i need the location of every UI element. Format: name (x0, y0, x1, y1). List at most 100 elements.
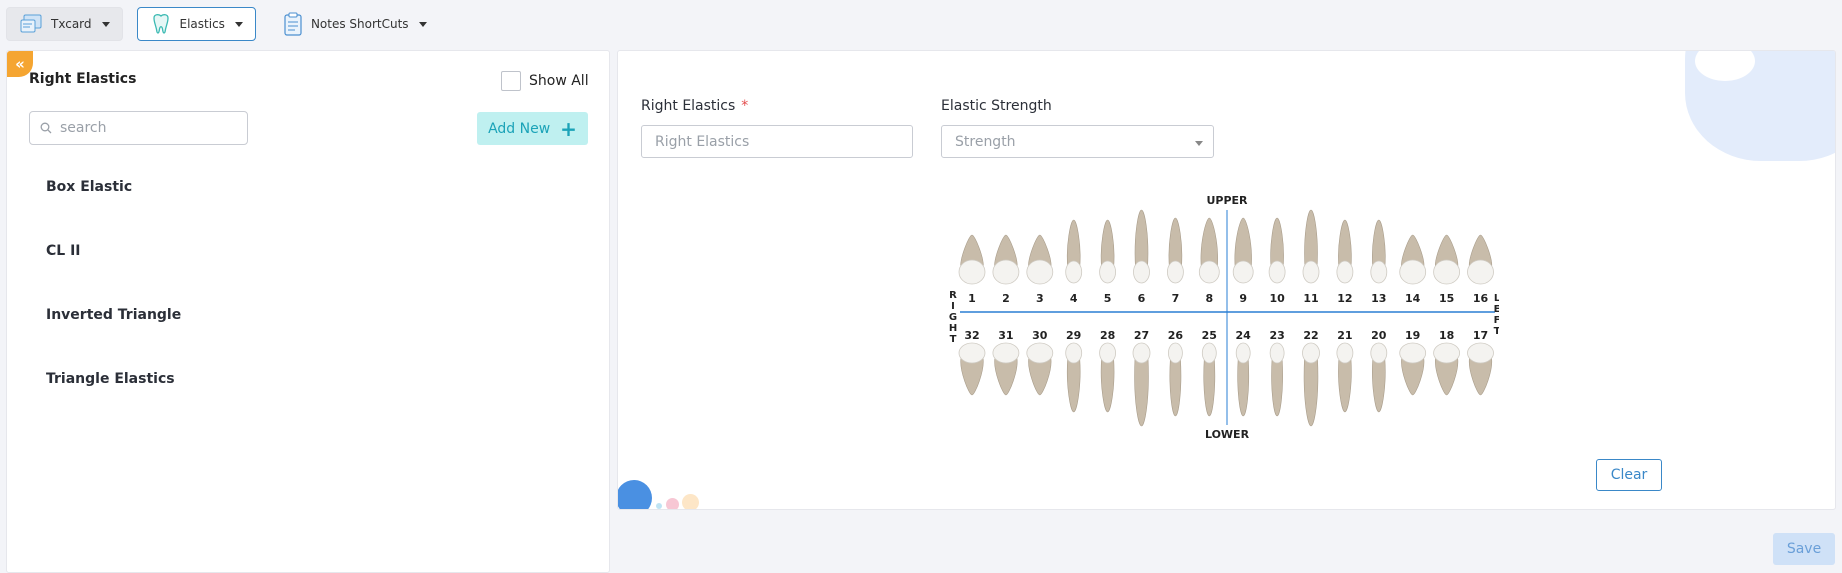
tooth-25[interactable] (1201, 342, 1217, 417)
tooth-number: 17 (1473, 329, 1488, 342)
tooth-7[interactable] (1166, 217, 1184, 284)
top-toolbar: Txcard Elastics Notes ShortCuts (0, 0, 1842, 48)
tooth-29[interactable] (1065, 342, 1083, 413)
tooth-17[interactable] (1467, 342, 1494, 396)
tooth-crown (1065, 260, 1083, 284)
strength-select[interactable]: Strength (941, 125, 1214, 158)
tooth-24[interactable] (1235, 342, 1251, 417)
tooth-18[interactable] (1433, 342, 1461, 396)
tooth-9[interactable] (1232, 217, 1254, 284)
show-all-checkbox[interactable] (501, 71, 521, 91)
tooth-26[interactable] (1167, 342, 1183, 417)
tooth-31[interactable] (992, 342, 1020, 396)
list-item[interactable]: Inverted Triangle (46, 307, 586, 371)
tooth-11[interactable] (1302, 209, 1320, 284)
elastic-list: Box Elastic CL II Inverted Triangle Tria… (46, 179, 586, 435)
tooth-number: 2 (1002, 292, 1010, 305)
tooth-number: 28 (1100, 329, 1115, 342)
tooth-crown (1269, 342, 1285, 364)
tooth-5[interactable] (1099, 219, 1117, 284)
tooth-number: 8 (1205, 292, 1213, 305)
chevron-down-icon (234, 21, 243, 27)
required-mark: * (741, 98, 749, 114)
tooth-root (1468, 357, 1493, 396)
tooth-root (1372, 357, 1386, 413)
search-input[interactable] (60, 120, 230, 136)
tooth-number: 10 (1269, 292, 1285, 305)
txcard-dropdown[interactable]: Txcard (6, 7, 123, 41)
notes-shortcuts-label: Notes ShortCuts (310, 17, 409, 31)
elastics-label: Elastics (179, 17, 225, 31)
tooth-4[interactable] (1065, 219, 1083, 284)
left-side-letter: L (1494, 293, 1499, 304)
tooth-2[interactable] (992, 234, 1020, 285)
tooth-crown (1235, 342, 1251, 364)
elastics-dropdown[interactable]: Elastics (136, 7, 256, 41)
tooth-19[interactable] (1399, 342, 1427, 396)
tooth-root (1134, 209, 1149, 269)
tooth-14[interactable] (1399, 234, 1427, 285)
tooth-16[interactable] (1467, 234, 1494, 285)
tooth-crown (958, 259, 986, 285)
save-button[interactable]: Save (1773, 533, 1835, 565)
right-side-letter: R (949, 290, 957, 301)
tooth-12[interactable] (1336, 219, 1354, 284)
tooth-number: 20 (1371, 329, 1387, 342)
clear-button[interactable]: Clear (1596, 459, 1662, 491)
tooth-23[interactable] (1269, 342, 1285, 417)
search-box[interactable] (29, 111, 248, 145)
notes-shortcuts-dropdown[interactable]: Notes ShortCuts (270, 7, 440, 41)
list-item[interactable]: Box Elastic (46, 179, 586, 243)
decorative-dot (666, 498, 679, 509)
tooth-root (1270, 217, 1284, 269)
add-new-button[interactable]: Add New + (477, 112, 588, 145)
lower-arch: 32 31 30 29 28 27 26 25 24 23 22 21 20 19 18 17 (958, 329, 1494, 427)
tooth-number: 22 (1303, 329, 1318, 342)
double-chevron-left-icon: « (15, 55, 25, 73)
tooth-10[interactable] (1268, 217, 1286, 284)
tooth-number: 26 (1168, 329, 1184, 342)
tooth-3[interactable] (1026, 234, 1054, 285)
tooth-32[interactable] (958, 342, 986, 396)
tooth-13[interactable] (1370, 219, 1388, 284)
tooth-30[interactable] (1026, 342, 1054, 396)
right-elastics-input[interactable] (655, 133, 912, 150)
tooth-number: 7 (1172, 292, 1180, 305)
tooth-22[interactable] (1302, 342, 1320, 427)
right-elastics-field[interactable] (641, 125, 913, 158)
decorative-dot (656, 503, 662, 509)
tooth-28[interactable] (1099, 342, 1117, 413)
tooth-root (1304, 209, 1318, 269)
tooth-8[interactable] (1198, 217, 1220, 284)
tooth-crown (1026, 259, 1054, 285)
tooth-number: 15 (1439, 292, 1454, 305)
list-item[interactable]: CL II (46, 243, 586, 307)
tooth-root (1169, 357, 1182, 417)
tooth-crown (992, 342, 1020, 364)
tooth-crown (1467, 259, 1494, 285)
tooth-crown (1166, 260, 1184, 284)
tooth-root (994, 357, 1018, 396)
list-item[interactable]: Triangle Elastics (46, 371, 586, 435)
tooth-crown (1026, 342, 1054, 364)
tooth-21[interactable] (1336, 342, 1354, 413)
tooth-crown (1198, 260, 1220, 284)
tooth-27[interactable] (1132, 342, 1151, 427)
tooth-root (1100, 357, 1115, 413)
tooth-15[interactable] (1433, 234, 1461, 285)
tooth-20[interactable] (1370, 342, 1388, 413)
add-new-label: Add New (488, 120, 551, 137)
tooth-1[interactable] (958, 234, 986, 285)
tooth-6[interactable] (1133, 209, 1150, 284)
show-all-toggle[interactable]: Show All (501, 71, 589, 91)
tooth-number: 11 (1303, 292, 1318, 305)
tooth-root (1338, 357, 1352, 413)
tooth-crown (1399, 342, 1427, 364)
tooth-icon (152, 14, 169, 34)
tooth-crown (1336, 342, 1354, 364)
txcard-icon (20, 14, 42, 33)
tooth-root (1234, 217, 1252, 269)
tooth-crown (1099, 260, 1117, 284)
tooth-root (1200, 217, 1218, 269)
tooth-root (1237, 357, 1249, 417)
